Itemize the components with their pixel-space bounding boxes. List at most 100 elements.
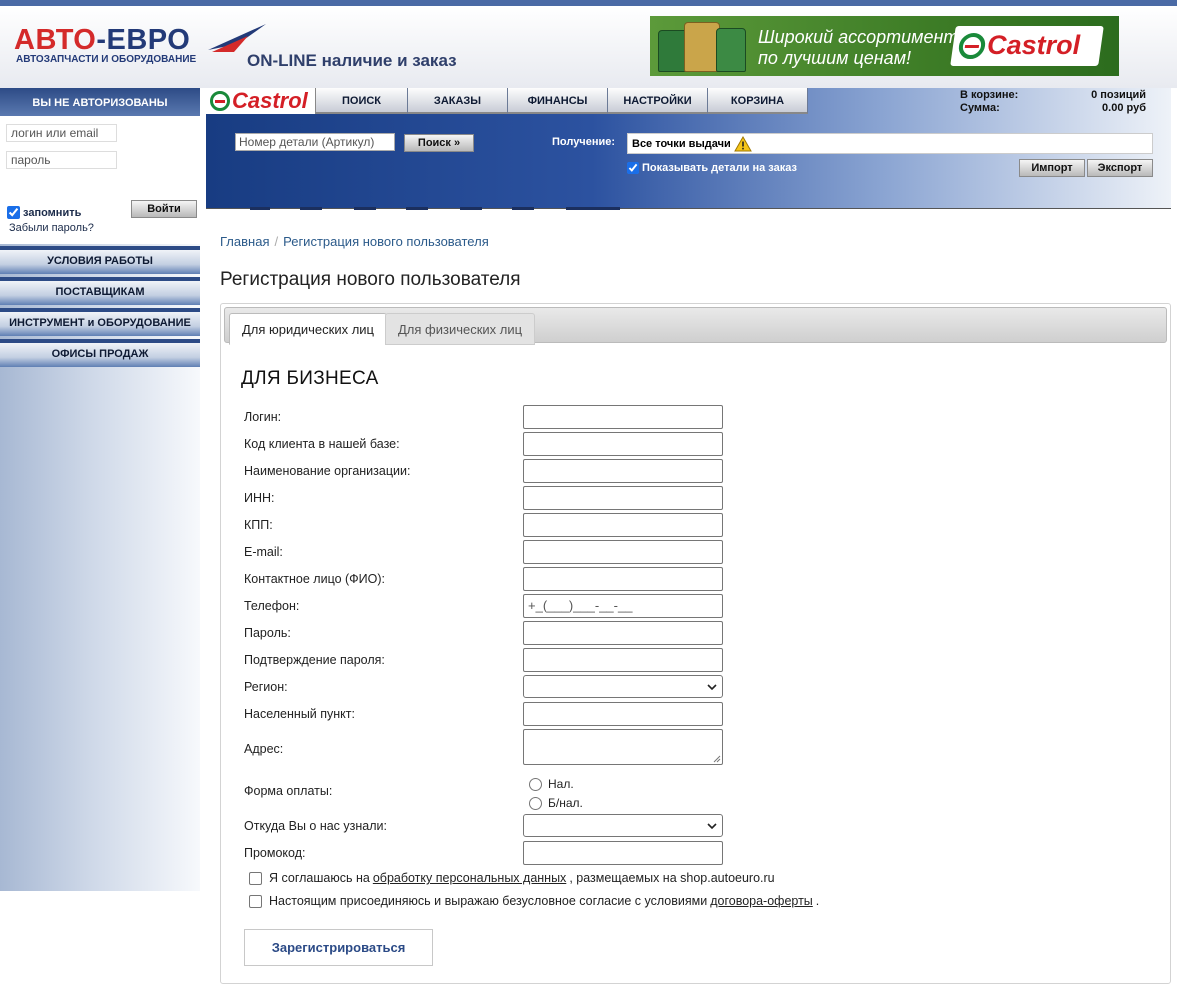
nav-tab-cart[interactable]: КОРЗИНА xyxy=(708,88,808,114)
payment-cash-label: Нал. xyxy=(548,777,574,791)
agree-pd-link[interactable]: обработку персональных данных xyxy=(373,871,566,885)
logo[interactable]: АВТО-ЕВРО xyxy=(14,24,190,57)
breadcrumb-current[interactable]: Регистрация нового пользователя xyxy=(283,234,489,249)
phone-field[interactable]: +_(___)___-__-__ xyxy=(523,594,723,618)
login-input[interactable]: логин или email xyxy=(6,124,117,142)
register-button[interactable]: Зарегистрироваться xyxy=(244,929,433,966)
password-confirm-label: Подтверждение пароля: xyxy=(244,653,385,667)
client-code-field[interactable] xyxy=(523,432,723,456)
breadcrumb-separator: / xyxy=(274,234,279,249)
nav-tab-orders[interactable]: ЗАКАЗЫ xyxy=(408,88,508,114)
oil-cans-image xyxy=(658,20,750,72)
agree-offer-link[interactable]: договора-оферты xyxy=(710,894,813,908)
address-label: Адрес: xyxy=(244,742,284,756)
payment-cashless-radio[interactable]: Б/нал. xyxy=(529,796,583,810)
region-select[interactable] xyxy=(523,675,723,698)
show-order-checkbox[interactable]: Показывать детали на заказ xyxy=(627,162,797,174)
nav-castrol-logo[interactable]: Castrol xyxy=(206,88,316,114)
banner-line-2: по лучшим ценам! xyxy=(758,48,912,68)
field-login: Логин: xyxy=(244,405,724,429)
side-menu-tools[interactable]: ИНСТРУМЕНТ и ОБОРУДОВАНИЕ xyxy=(0,308,200,336)
address-textarea[interactable] xyxy=(523,729,723,765)
inn-field[interactable] xyxy=(523,486,723,510)
side-menu-terms[interactable]: УСЛОВИЯ РАБОТЫ xyxy=(0,246,200,274)
search-button[interactable]: Поиск » xyxy=(404,134,474,152)
cart-sum-label: Сумма: xyxy=(960,102,1000,114)
contact-field[interactable] xyxy=(523,567,723,591)
agree-personal-data[interactable]: Я соглашаюсь на обработку персональных д… xyxy=(249,871,775,885)
castrol-banner[interactable]: Широкий ассортимент по лучшим ценам! Cas… xyxy=(650,16,1119,76)
chevron-down-icon xyxy=(707,684,717,691)
side-menu-suppliers[interactable]: ПОСТАВЩИКАМ xyxy=(0,277,200,305)
source-select[interactable] xyxy=(523,814,723,837)
field-password-confirm: Подтверждение пароля: xyxy=(244,648,724,672)
field-promo: Промокод: xyxy=(244,841,724,865)
remember-checkbox[interactable]: запомнить xyxy=(7,206,81,219)
nav-castrol-text: Castrol xyxy=(232,88,308,113)
field-kpp: КПП: xyxy=(244,513,724,537)
import-button[interactable]: Импорт xyxy=(1019,159,1085,177)
agree-offer-checkbox[interactable] xyxy=(249,894,262,908)
radio-icon xyxy=(529,796,542,810)
tab-legal-entities[interactable]: Для юридических лиц xyxy=(229,313,387,345)
promo-field[interactable] xyxy=(523,841,723,865)
left-sidebar: ВЫ НЕ АВТОРИЗОВАНЫ логин или email парол… xyxy=(0,88,200,891)
pickup-select[interactable]: Все точки выдачи xyxy=(627,133,1153,154)
show-order-check-icon[interactable] xyxy=(627,162,639,174)
remember-check-icon[interactable] xyxy=(7,206,20,219)
payment-label: Форма оплаты: xyxy=(244,784,333,798)
pickup-value: Все точки выдачи xyxy=(632,137,731,150)
logo-subtitle: АВТОЗАПЧАСТИ И ОБОРУДОВАНИЕ xyxy=(16,54,197,65)
remember-label: запомнить xyxy=(23,206,82,219)
resize-grip-icon[interactable] xyxy=(713,755,721,763)
city-label: Населенный пункт: xyxy=(244,707,355,721)
part-search-input[interactable]: Номер детали (Артикул) xyxy=(235,133,395,151)
auth-box: логин или email пароль запомнить Войти З… xyxy=(0,116,200,244)
org-name-field[interactable] xyxy=(523,459,723,483)
field-city: Населенный пункт: xyxy=(244,702,724,726)
logo-part-avto: АВТО xyxy=(14,24,97,56)
banner-line-1: Широкий ассортимент xyxy=(758,27,959,47)
password-field[interactable] xyxy=(523,621,723,645)
agree-pd-checkbox[interactable] xyxy=(249,871,262,885)
nav-decoration xyxy=(512,207,534,210)
section-title: ДЛЯ БИЗНЕСА xyxy=(241,368,379,389)
nav-tab-search[interactable]: ПОИСК xyxy=(316,88,408,114)
tab-individuals[interactable]: Для физических лиц xyxy=(385,313,536,345)
cart-summary[interactable]: В корзине: 0 позиций Сумма: 0.00 руб xyxy=(956,88,1156,118)
warning-icon xyxy=(733,135,752,151)
logo-dash: - xyxy=(96,24,107,56)
nav-tab-settings[interactable]: НАСТРОЙКИ xyxy=(608,88,708,114)
payment-cash-radio[interactable]: Нал. xyxy=(529,777,574,791)
login-field[interactable] xyxy=(523,405,723,429)
breadcrumb-home[interactable]: Главная xyxy=(220,234,269,249)
nav-tab-finance[interactable]: ФИНАНСЫ xyxy=(508,88,608,114)
nav-decoration xyxy=(566,207,620,210)
field-email: E-mail: xyxy=(244,540,724,564)
field-contact: Контактное лицо (ФИО): xyxy=(244,567,724,591)
field-password: Пароль: xyxy=(244,621,724,645)
promo-label: Промокод: xyxy=(244,846,306,860)
forgot-password-link[interactable]: Забыли пароль? xyxy=(9,222,94,234)
agree-pd-after: , размещаемых на shop.autoeuro.ru xyxy=(569,871,775,885)
region-label: Регион: xyxy=(244,680,288,694)
password-input[interactable]: пароль xyxy=(6,151,117,169)
field-client-code: Код клиента в нашей базе: xyxy=(244,432,724,456)
auth-header: ВЫ НЕ АВТОРИЗОВАНЫ xyxy=(0,88,200,116)
pickup-label: Получение: xyxy=(552,136,616,148)
agree-offer[interactable]: Настоящим присоединяюсь и выражаю безусл… xyxy=(249,894,819,908)
contact-label: Контактное лицо (ФИО): xyxy=(244,572,386,586)
logo-part-evro: ЕВРО xyxy=(106,24,191,56)
city-field[interactable] xyxy=(523,702,723,726)
banner-logo-text: Castrol xyxy=(987,30,1081,60)
login-button[interactable]: Войти xyxy=(131,200,197,218)
kpp-field[interactable] xyxy=(523,513,723,537)
phone-label: Телефон: xyxy=(244,599,300,613)
password-confirm-field[interactable] xyxy=(523,648,723,672)
email-field[interactable] xyxy=(523,540,723,564)
export-button[interactable]: Экспорт xyxy=(1087,159,1153,177)
payment-cashless-label: Б/нал. xyxy=(548,796,583,810)
nav-decoration xyxy=(406,207,428,210)
side-menu-offices[interactable]: ОФИСЫ ПРОДАЖ xyxy=(0,339,200,367)
nav-decoration xyxy=(300,207,322,210)
